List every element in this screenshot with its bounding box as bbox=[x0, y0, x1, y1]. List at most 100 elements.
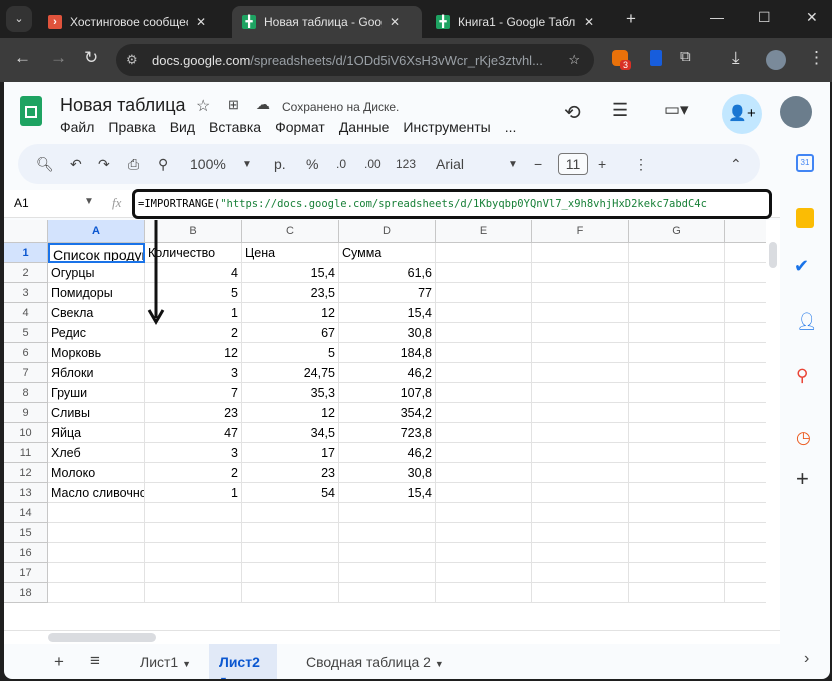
row-header[interactable]: 5 bbox=[4, 323, 48, 343]
cell[interactable]: 2 bbox=[145, 463, 242, 483]
cell[interactable] bbox=[725, 403, 766, 423]
cell[interactable]: 12 bbox=[242, 303, 339, 323]
site-info-icon[interactable]: ⚙ bbox=[126, 52, 138, 68]
cell[interactable]: 24,75 bbox=[242, 363, 339, 383]
sheet-menu-dropdown-icon[interactable]: ▼ bbox=[219, 675, 228, 679]
percent-format-button[interactable]: % bbox=[306, 156, 318, 172]
cell[interactable]: 54 bbox=[242, 483, 339, 503]
column-header[interactable]: F bbox=[532, 220, 629, 243]
cloud-saved-icon[interactable]: ☁ bbox=[256, 96, 270, 113]
close-tab-icon[interactable]: ✕ bbox=[196, 15, 206, 29]
row-header[interactable]: 14 bbox=[4, 503, 48, 523]
cell[interactable] bbox=[725, 243, 766, 263]
office-addon-icon[interactable]: ◷ bbox=[796, 428, 811, 448]
column-header[interactable] bbox=[725, 220, 766, 243]
cell[interactable]: 30,8 bbox=[339, 323, 436, 343]
select-all-corner[interactable] bbox=[4, 220, 48, 243]
cell[interactable] bbox=[436, 323, 532, 343]
menu-item[interactable]: Данные bbox=[339, 119, 390, 135]
zoom-dropdown-icon[interactable]: ▼ bbox=[242, 159, 252, 170]
cell[interactable]: Масло сливочное bbox=[48, 483, 145, 503]
font-dropdown-icon[interactable]: ▼ bbox=[508, 159, 518, 170]
font-select[interactable]: Arial bbox=[436, 156, 464, 172]
cell[interactable] bbox=[532, 483, 629, 503]
reload-button[interactable]: ↻ bbox=[84, 48, 98, 68]
row-header[interactable]: 7 bbox=[4, 363, 48, 383]
cell[interactable] bbox=[629, 423, 725, 443]
cell[interactable] bbox=[725, 563, 766, 583]
row-header[interactable]: 10 bbox=[4, 423, 48, 443]
cell[interactable] bbox=[339, 543, 436, 563]
cell[interactable] bbox=[436, 263, 532, 283]
sheet-tab[interactable]: Сводная таблица 2 ▼ bbox=[296, 644, 466, 679]
cell[interactable] bbox=[436, 523, 532, 543]
cell[interactable] bbox=[242, 583, 339, 603]
spreadsheet-grid[interactable]: ABCDEFG1Список продуктовКоличествоЦенаСу… bbox=[4, 220, 766, 630]
menu-item[interactable]: ... bbox=[505, 119, 517, 135]
cell[interactable] bbox=[532, 403, 629, 423]
cell[interactable] bbox=[242, 523, 339, 543]
cell[interactable]: 107,8 bbox=[339, 383, 436, 403]
cell[interactable] bbox=[436, 243, 532, 263]
cell[interactable]: 5 bbox=[242, 343, 339, 363]
meet-icon[interactable]: ▭▾ bbox=[664, 100, 689, 120]
cell[interactable]: 354,2 bbox=[339, 403, 436, 423]
cell[interactable] bbox=[48, 543, 145, 563]
cell[interactable]: Редис bbox=[48, 323, 145, 343]
cell[interactable] bbox=[436, 403, 532, 423]
get-addons-icon[interactable]: + bbox=[796, 466, 809, 492]
share-button[interactable]: 👤+ bbox=[722, 94, 762, 134]
name-box-dropdown-icon[interactable]: ▼ bbox=[84, 196, 94, 207]
cell[interactable]: 46,2 bbox=[339, 363, 436, 383]
cell[interactable]: Молоко bbox=[48, 463, 145, 483]
keep-icon[interactable] bbox=[796, 208, 814, 228]
cell[interactable]: 7 bbox=[145, 383, 242, 403]
cell[interactable] bbox=[629, 443, 725, 463]
cell[interactable]: Помидоры bbox=[48, 283, 145, 303]
extensions-puzzle-icon[interactable]: ⧉ bbox=[680, 48, 691, 65]
url-input[interactable]: ⚙ docs.google.com/spreadsheets/d/1ODd5iV… bbox=[116, 44, 594, 76]
row-header[interactable]: 13 bbox=[4, 483, 48, 503]
row-header[interactable]: 2 bbox=[4, 263, 48, 283]
cell[interactable] bbox=[532, 303, 629, 323]
cell[interactable] bbox=[339, 563, 436, 583]
cell[interactable] bbox=[436, 363, 532, 383]
close-tab-icon[interactable]: ✕ bbox=[584, 15, 594, 29]
move-folder-icon[interactable]: ⊞ bbox=[228, 97, 239, 113]
cell[interactable] bbox=[725, 483, 766, 503]
cell[interactable] bbox=[436, 463, 532, 483]
cell[interactable] bbox=[725, 283, 766, 303]
contacts-icon[interactable]: 👤︎ bbox=[796, 312, 818, 332]
cell[interactable] bbox=[725, 503, 766, 523]
minimize-button[interactable]: — bbox=[710, 9, 724, 25]
column-header[interactable]: G bbox=[629, 220, 725, 243]
cell[interactable]: 67 bbox=[242, 323, 339, 343]
cell[interactable] bbox=[436, 443, 532, 463]
row-header[interactable]: 1 bbox=[4, 243, 48, 263]
sheet-tab[interactable]: Лист2 ▼ bbox=[209, 644, 277, 679]
cell[interactable] bbox=[532, 523, 629, 543]
decrease-decimal-button[interactable]: .0 bbox=[336, 157, 346, 171]
font-size-input[interactable]: 11 bbox=[558, 153, 588, 175]
cell[interactable] bbox=[532, 283, 629, 303]
cell[interactable]: 15,4 bbox=[339, 303, 436, 323]
add-sheet-button[interactable]: + bbox=[54, 652, 64, 672]
paint-format-icon[interactable]: ⚲ bbox=[158, 156, 168, 173]
download-icon[interactable]: ⤓ bbox=[732, 48, 740, 68]
cell[interactable]: 35,3 bbox=[242, 383, 339, 403]
cell[interactable] bbox=[48, 503, 145, 523]
column-header[interactable]: D bbox=[339, 220, 436, 243]
new-tab-button[interactable]: + bbox=[626, 9, 636, 29]
cell[interactable]: 47 bbox=[145, 423, 242, 443]
version-history-icon[interactable]: ⟲ bbox=[564, 100, 581, 125]
close-window-button[interactable]: ✕ bbox=[806, 9, 818, 26]
cell[interactable]: 77 bbox=[339, 283, 436, 303]
cell[interactable] bbox=[532, 463, 629, 483]
cell[interactable] bbox=[532, 503, 629, 523]
row-header[interactable]: 3 bbox=[4, 283, 48, 303]
cell[interactable] bbox=[242, 543, 339, 563]
maps-icon[interactable]: ⚲ bbox=[796, 366, 808, 386]
sheet-tab[interactable]: Лист1 ▼ bbox=[130, 644, 210, 679]
column-header[interactable]: C bbox=[242, 220, 339, 243]
cell[interactable]: 12 bbox=[242, 403, 339, 423]
